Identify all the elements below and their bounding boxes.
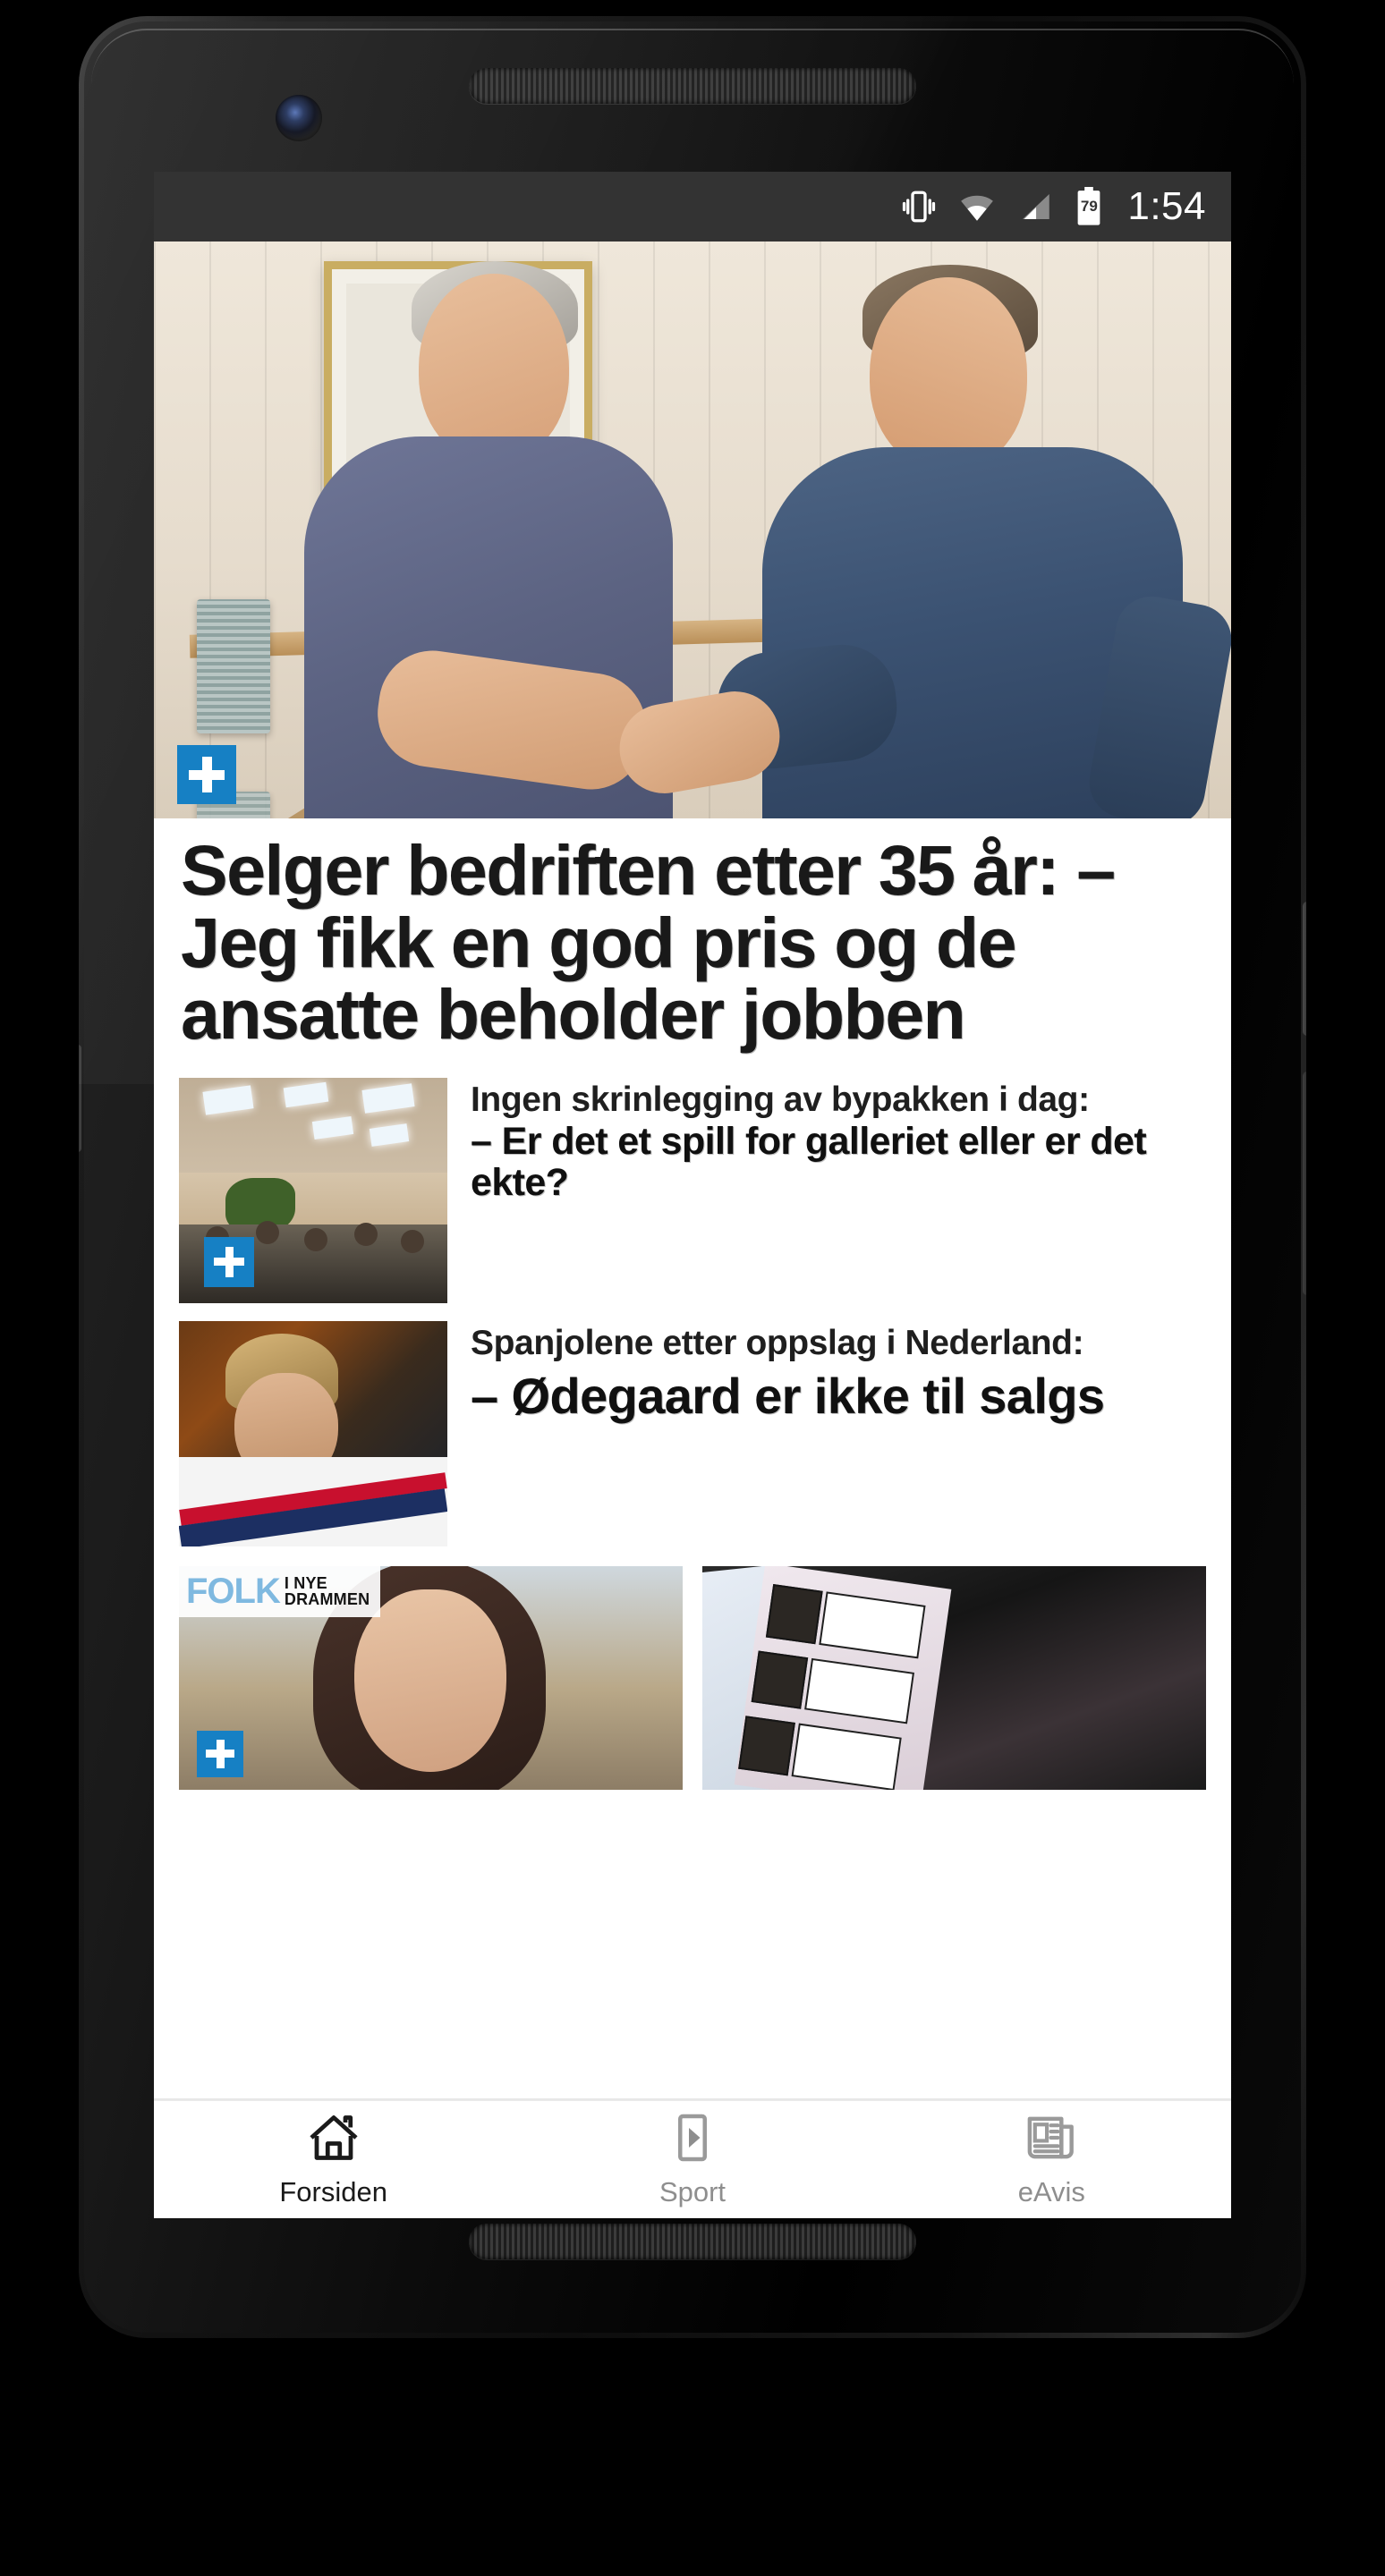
folk-brand-word: FOLK [186, 1571, 281, 1611]
nav-label-forsiden: Forsiden [279, 2176, 387, 2207]
article-kicker[interactable]: Spanjolene etter oppslag i Nederland: [471, 1324, 1206, 1362]
play-icon [666, 2111, 719, 2169]
article-text: Ingen skrinlegging av bypakken i dag: – … [471, 1078, 1206, 1204]
plus-subscription-icon [204, 1236, 254, 1287]
nav-label-sport: Sport [659, 2176, 726, 2207]
signal-icon [1016, 188, 1054, 225]
nav-item-forsiden[interactable]: Forsiden [154, 2111, 513, 2208]
nav-item-sport[interactable]: Sport [513, 2111, 871, 2208]
folk-brand-badge: FOLK I NYE DRAMMEN [179, 1565, 381, 1617]
phone-device: 79 1:54 Selger bedriften etter 35 år: – … [79, 16, 1306, 2338]
earpiece-speaker [469, 68, 916, 104]
article-kicker[interactable]: Ingen skrinlegging av bypakken i dag: [471, 1080, 1206, 1119]
folk-brand-sub-line2: DRAMMEN [284, 1590, 370, 1609]
wifi-icon [957, 188, 997, 225]
status-bar-clock: 1:54 [1127, 184, 1206, 228]
hero-article-image[interactable] [154, 242, 1231, 818]
battery-percent-label: 79 [1080, 198, 1098, 215]
nav-divider [154, 2098, 1231, 2100]
newspaper-icon [1023, 2111, 1080, 2169]
front-camera-icon [276, 95, 322, 141]
article-title[interactable]: – Ødegaard er ikke til salgs [471, 1368, 1206, 1422]
feature-card[interactable]: FOLK I NYE DRAMMEN [179, 1565, 683, 1790]
volume-button[interactable] [1303, 1072, 1306, 1295]
sim-tray[interactable] [79, 1045, 81, 1152]
article-title[interactable]: – Er det et spill for galleriet eller er… [471, 1121, 1206, 1204]
phone-screen: 79 1:54 Selger bedriften etter 35 år: – … [154, 172, 1231, 2218]
status-bar: 79 1:54 [154, 172, 1231, 242]
nav-label-eavis: eAvis [1017, 2176, 1085, 2207]
article-text: Spanjolene etter oppslag i Nederland: – … [471, 1321, 1206, 1422]
power-button[interactable] [1303, 902, 1306, 1036]
document-page [734, 1565, 952, 1790]
feature-card[interactable] [702, 1565, 1206, 1790]
plus-subscription-icon [177, 745, 236, 804]
article-row[interactable]: Ingen skrinlegging av bypakken i dag: – … [154, 1071, 1231, 1314]
hero-person-right-head [870, 277, 1027, 470]
nav-item-eavis[interactable]: eAvis [872, 2111, 1231, 2208]
folk-brand-sub-line1: I NYE [284, 1574, 327, 1593]
plus-subscription-icon [197, 1730, 243, 1777]
card-row[interactable]: FOLK I NYE DRAMMEN [154, 1557, 1231, 1790]
article-row[interactable]: Spanjolene etter oppslag i Nederland: – … [154, 1314, 1231, 1557]
home-icon [304, 2111, 363, 2169]
bottom-navigation[interactable]: Forsiden Sport eAvis [154, 2100, 1231, 2218]
hero-box-1 [197, 599, 270, 733]
article-thumbnail[interactable] [179, 1077, 447, 1303]
footballer-image [179, 1320, 447, 1546]
vibrate-icon [900, 188, 938, 225]
hero-person-left-head [419, 274, 569, 462]
news-feed[interactable]: Selger bedriften etter 35 år: – Jeg fikk… [154, 242, 1231, 2218]
hero-headline[interactable]: Selger bedriften etter 35 år: – Jeg fikk… [154, 818, 1231, 1071]
article-thumbnail[interactable] [179, 1320, 447, 1546]
battery-icon: 79 [1074, 187, 1104, 226]
bottom-speaker [469, 2224, 916, 2259]
